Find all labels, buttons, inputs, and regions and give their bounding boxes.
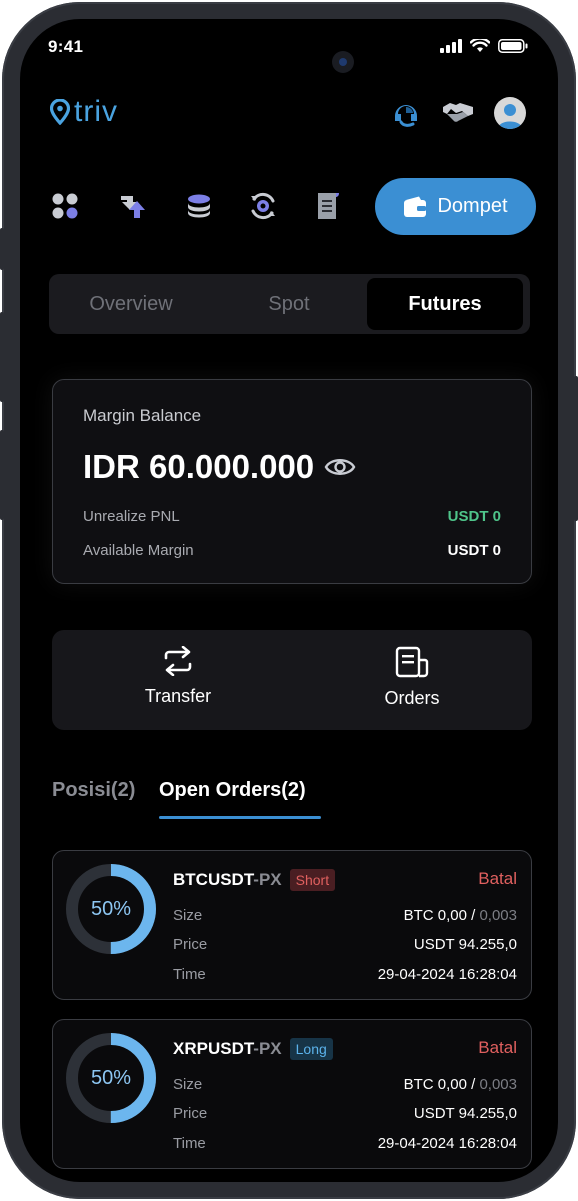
coins-stack-icon[interactable] bbox=[184, 191, 214, 221]
tab-spot[interactable]: Spot bbox=[211, 278, 367, 330]
size-label: Size bbox=[173, 1076, 203, 1093]
order-pair: BTCUSDT-PX Short bbox=[173, 869, 336, 891]
brand-logo[interactable]: triv bbox=[50, 95, 118, 129]
support-agent-icon[interactable] bbox=[390, 97, 422, 129]
margin-balance-amount-row: IDR 60.000.000 bbox=[83, 448, 356, 486]
power-button bbox=[574, 376, 578, 521]
transfer-arrows-icon bbox=[164, 646, 192, 676]
cancel-order-button[interactable]: Batal bbox=[478, 1038, 517, 1058]
tab-open-orders[interactable]: Open Orders(2) bbox=[159, 779, 306, 802]
signal-icon bbox=[440, 39, 462, 53]
price-value: USDT 94.255,0 bbox=[413, 1105, 517, 1122]
location-pin-icon bbox=[50, 99, 70, 125]
unrealized-pnl-value: USDT 0 bbox=[447, 508, 501, 525]
battery-icon bbox=[498, 39, 528, 53]
transfer-button[interactable]: Transfer bbox=[98, 646, 258, 707]
order-pair: XRPUSDT-PX Long bbox=[173, 1038, 333, 1060]
time-value: 29-04-2024 16:28:04 bbox=[377, 1135, 517, 1152]
order-symbol: BTCUSDT bbox=[173, 870, 254, 889]
size-label: Size bbox=[173, 907, 203, 924]
tab-futures[interactable]: Futures bbox=[367, 278, 523, 330]
fill-percent: 50% bbox=[90, 1066, 132, 1089]
available-margin-value: USDT 0 bbox=[447, 542, 501, 559]
price-label: Price bbox=[173, 1105, 208, 1122]
wallet-icon bbox=[404, 196, 427, 217]
wifi-icon bbox=[470, 39, 490, 52]
price-value: USDT 94.255,0 bbox=[413, 936, 517, 953]
time-label: Time bbox=[173, 966, 206, 983]
mute-switch bbox=[0, 228, 4, 270]
active-tab-indicator bbox=[159, 816, 321, 819]
wallet-button-label: Dompet bbox=[437, 195, 508, 217]
handshake-icon[interactable] bbox=[442, 97, 474, 129]
exchange-icon[interactable] bbox=[117, 191, 147, 221]
avatar[interactable] bbox=[494, 97, 526, 129]
orders-button[interactable]: Orders bbox=[332, 646, 492, 709]
side-badge: Short bbox=[289, 869, 336, 891]
status-time: 9:41 bbox=[48, 37, 84, 56]
order-symbol-suffix: -PX bbox=[253, 1039, 282, 1058]
unrealized-pnl-label: Unrealize PNL bbox=[83, 508, 180, 525]
screen: 9:41 triv Dompet Overview Spot Futures M… bbox=[20, 19, 558, 1182]
time-label: Time bbox=[173, 1135, 206, 1152]
margin-balance-title: Margin Balance bbox=[83, 406, 202, 425]
price-label: Price bbox=[173, 936, 208, 953]
order-card: 50% XRPUSDT-PX Long Batal Size BTC 0,00 … bbox=[52, 1019, 532, 1169]
volume-down-button bbox=[0, 430, 4, 520]
size-value: BTC 0,00 / 0,003 bbox=[403, 907, 517, 924]
user-icon bbox=[498, 104, 522, 129]
eye-icon[interactable] bbox=[324, 456, 356, 478]
receipt-list-icon[interactable] bbox=[312, 191, 342, 221]
orders-label: Orders bbox=[384, 688, 440, 708]
staking-cycle-icon[interactable] bbox=[248, 191, 278, 221]
apps-grid-icon[interactable] bbox=[50, 191, 80, 221]
side-badge: Long bbox=[289, 1038, 333, 1060]
volume-up-button bbox=[0, 312, 4, 402]
brand-name: triv bbox=[74, 95, 118, 128]
tab-positions[interactable]: Posisi(2) bbox=[52, 779, 135, 802]
wallet-segment-tabs: Overview Spot Futures bbox=[49, 274, 530, 334]
order-symbol-suffix: -PX bbox=[253, 870, 282, 889]
margin-balance-amount: IDR 60.000.000 bbox=[83, 448, 315, 485]
size-value: BTC 0,00 / 0,003 bbox=[403, 1076, 517, 1093]
time-value: 29-04-2024 16:28:04 bbox=[377, 966, 517, 983]
order-symbol: XRPUSDT bbox=[173, 1039, 254, 1058]
front-camera bbox=[332, 51, 354, 73]
order-card: 50% BTCUSDT-PX Short Batal Size BTC 0,00… bbox=[52, 850, 532, 1000]
orders-document-icon bbox=[395, 646, 429, 678]
wallet-button[interactable]: Dompet bbox=[375, 178, 536, 235]
fill-percent: 50% bbox=[90, 897, 132, 920]
tab-overview[interactable]: Overview bbox=[53, 278, 209, 330]
actions-panel: Transfer Orders bbox=[52, 630, 532, 730]
available-margin-label: Available Margin bbox=[83, 542, 194, 559]
margin-balance-card: Margin Balance IDR 60.000.000 Unrealize … bbox=[52, 379, 532, 584]
status-icons bbox=[440, 39, 528, 53]
transfer-label: Transfer bbox=[144, 686, 212, 706]
cancel-order-button[interactable]: Batal bbox=[478, 869, 517, 889]
